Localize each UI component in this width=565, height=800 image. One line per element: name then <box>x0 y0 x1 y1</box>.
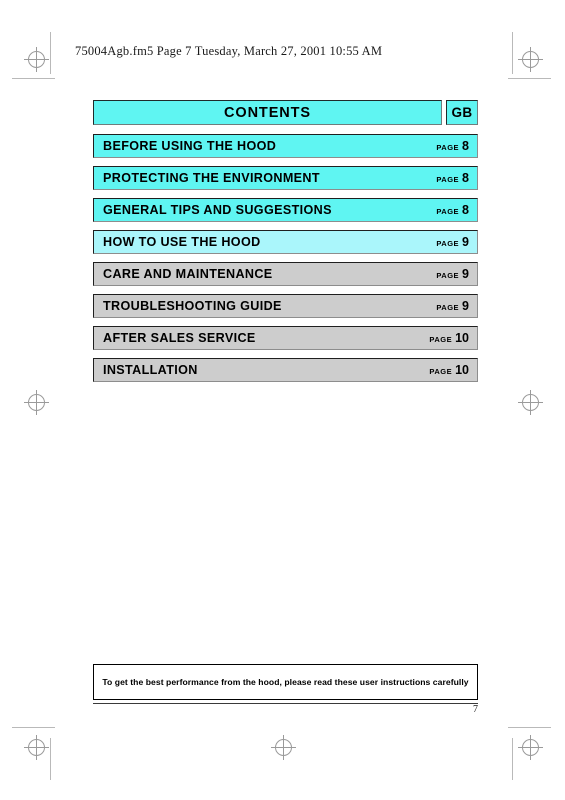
crop-line-top-right-horizontal <box>508 78 551 79</box>
crop-line-top-right-vertical <box>512 32 513 74</box>
toc-page-word: PAGE <box>429 335 453 344</box>
running-header: 75004Agb.fm5 Page 7 Tuesday, March 27, 2… <box>75 44 383 58</box>
toc-entry-page: PAGE 9 <box>436 267 469 281</box>
toc-entry-label: HOW TO USE THE HOOD <box>103 235 261 249</box>
toc-entry-page: PAGE 10 <box>429 331 469 345</box>
crop-line-top-left-vertical <box>50 32 51 74</box>
toc-entry-page: PAGE 8 <box>436 171 469 185</box>
language-badge-label: GB <box>451 105 473 120</box>
toc-entry-label: CARE AND MAINTENANCE <box>103 267 273 281</box>
toc-entry-page: PAGE 9 <box>436 235 469 249</box>
registration-mark-bottom-left <box>24 735 49 760</box>
toc-row[interactable]: BEFORE USING THE HOOD PAGE 8 <box>93 134 478 158</box>
footer-note-text: To get the best performance from the hoo… <box>102 677 469 687</box>
toc-page-word: PAGE <box>436 175 460 184</box>
toc-page-number: 8 <box>462 171 469 185</box>
toc-page-number: 8 <box>462 203 469 217</box>
contents-title-row: CONTENTS GB <box>93 100 478 125</box>
toc-page-number: 8 <box>462 139 469 153</box>
toc-entry-label: AFTER SALES SERVICE <box>103 331 256 345</box>
toc-entry-page: PAGE 8 <box>436 203 469 217</box>
toc-page-number: 9 <box>462 299 469 313</box>
contents-block: CONTENTS GB BEFORE USING THE HOOD PAGE 8… <box>93 100 478 390</box>
crop-line-bottom-right-horizontal <box>508 727 551 728</box>
footer-note-box: To get the best performance from the hoo… <box>93 664 478 700</box>
toc-page-number: 10 <box>455 331 469 345</box>
toc-page-number: 9 <box>462 235 469 249</box>
toc-entry-page: PAGE 8 <box>436 139 469 153</box>
registration-mark-bottom-center <box>271 735 296 760</box>
crop-line-bottom-right-vertical <box>512 738 513 780</box>
toc-row[interactable]: INSTALLATION PAGE 10 <box>93 358 478 382</box>
toc-entry-label: BEFORE USING THE HOOD <box>103 139 277 153</box>
toc-page-word: PAGE <box>436 239 460 248</box>
toc-page-word: PAGE <box>429 367 453 376</box>
toc-row[interactable]: PROTECTING THE ENVIRONMENT PAGE 8 <box>93 166 478 190</box>
toc-row[interactable]: HOW TO USE THE HOOD PAGE 9 <box>93 230 478 254</box>
toc-row[interactable]: CARE AND MAINTENANCE PAGE 9 <box>93 262 478 286</box>
page-number: 7 <box>473 704 478 715</box>
toc-row[interactable]: TROUBLESHOOTING GUIDE PAGE 9 <box>93 294 478 318</box>
registration-mark-middle-left <box>24 390 49 415</box>
crop-line-bottom-left-vertical <box>50 738 51 780</box>
page-title: CONTENTS <box>224 104 311 121</box>
toc-page-number: 9 <box>462 267 469 281</box>
toc-entry-page: PAGE 10 <box>429 363 469 377</box>
toc-page-word: PAGE <box>436 143 460 152</box>
toc-entry-page: PAGE 9 <box>436 299 469 313</box>
toc-entry-label: INSTALLATION <box>103 363 198 377</box>
contents-title-bar: CONTENTS <box>93 100 442 125</box>
toc-entry-label: TROUBLESHOOTING GUIDE <box>103 299 282 313</box>
toc-entry-label: GENERAL TIPS AND SUGGESTIONS <box>103 203 332 217</box>
toc-row[interactable]: GENERAL TIPS AND SUGGESTIONS PAGE 8 <box>93 198 478 222</box>
language-badge: GB <box>446 100 478 125</box>
crop-line-bottom-left-horizontal <box>12 727 55 728</box>
registration-mark-bottom-right <box>518 735 543 760</box>
toc-page-word: PAGE <box>436 303 460 312</box>
toc-entry-label: PROTECTING THE ENVIRONMENT <box>103 171 320 185</box>
registration-mark-middle-right <box>518 390 543 415</box>
toc-page-number: 10 <box>455 363 469 377</box>
toc-row[interactable]: AFTER SALES SERVICE PAGE 10 <box>93 326 478 350</box>
toc-page-word: PAGE <box>436 207 460 216</box>
registration-mark-top-right <box>518 47 543 72</box>
toc-page-word: PAGE <box>436 271 460 280</box>
crop-line-top-left-horizontal <box>12 78 55 79</box>
registration-mark-top-left <box>24 47 49 72</box>
